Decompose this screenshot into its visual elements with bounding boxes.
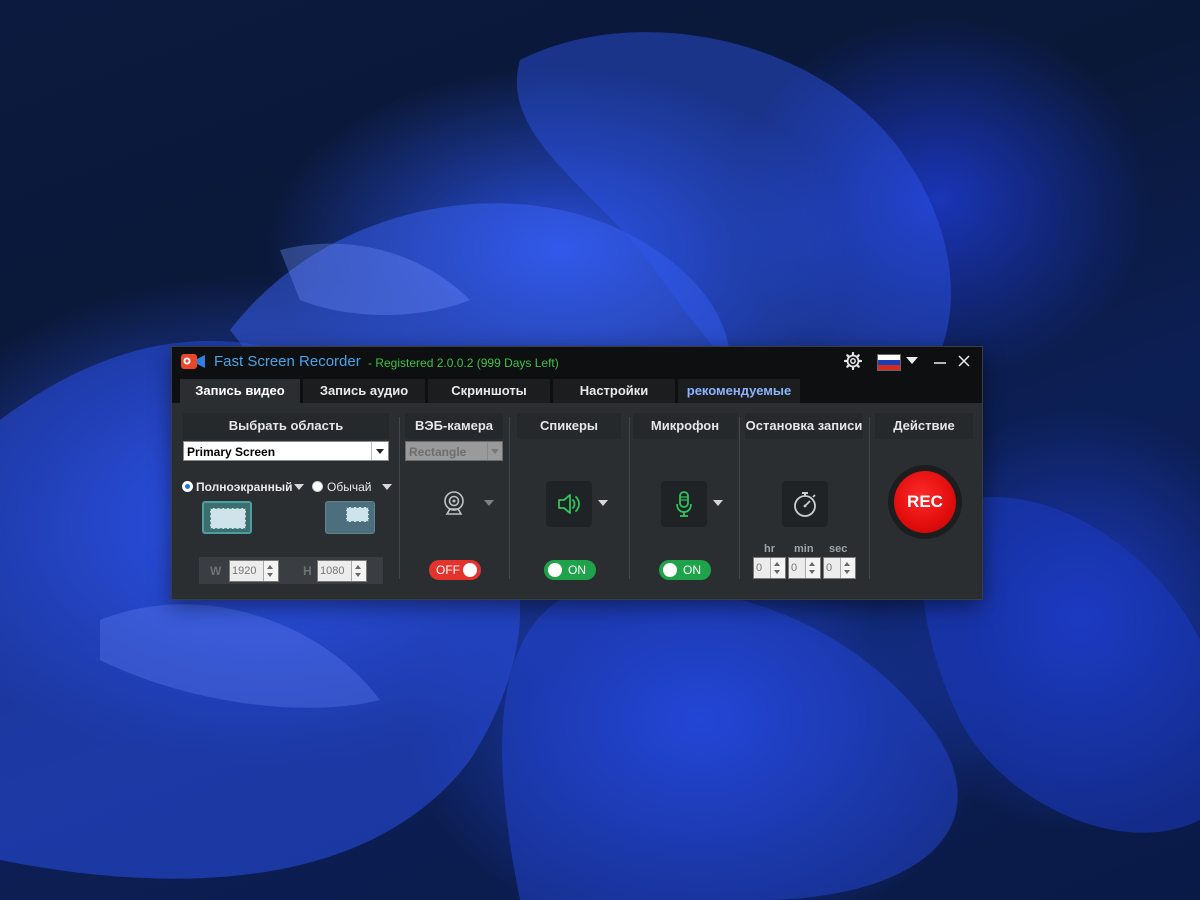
divider bbox=[629, 417, 630, 579]
normal-dropdown-icon[interactable] bbox=[382, 484, 392, 490]
tab-bar: Запись видео Запись аудио Скриншоты Наст… bbox=[172, 377, 982, 403]
screen-select-value: Primary Screen bbox=[187, 445, 276, 459]
app-logo-icon bbox=[180, 352, 206, 372]
gear-icon[interactable] bbox=[843, 351, 863, 371]
fullscreen-dropdown-icon[interactable] bbox=[294, 484, 304, 490]
microphone-toggle[interactable]: ON bbox=[659, 560, 711, 580]
spin-down-icon bbox=[844, 570, 850, 574]
seconds-label: sec bbox=[829, 543, 848, 555]
tab-video-recording[interactable]: Запись видео bbox=[180, 379, 300, 403]
spin-down-icon bbox=[355, 573, 361, 577]
app-window: Fast Screen Recorder - Registered 2.0.0.… bbox=[171, 346, 983, 600]
microphone-header: Микрофон bbox=[633, 413, 737, 439]
screen-select[interactable]: Primary Screen bbox=[183, 441, 389, 461]
divider bbox=[399, 417, 400, 579]
spin-up-icon bbox=[355, 565, 361, 569]
fullscreen-radio[interactable] bbox=[182, 481, 193, 492]
dimension-panel: W 1920 H 1080 bbox=[199, 557, 383, 584]
russia-flag-icon[interactable] bbox=[877, 354, 901, 371]
webcam-shape-value: Rectangle bbox=[409, 445, 467, 459]
select-area-header: Выбрать область bbox=[183, 413, 389, 439]
webcam-shape-select: Rectangle bbox=[405, 441, 503, 461]
divider bbox=[869, 417, 870, 579]
timer-button[interactable] bbox=[782, 481, 828, 527]
speakers-dropdown-icon[interactable] bbox=[598, 500, 608, 506]
fullscreen-frame-icon bbox=[210, 508, 246, 529]
stopwatch-icon bbox=[794, 492, 816, 517]
action-header: Действие bbox=[875, 413, 973, 439]
speakers-button[interactable] bbox=[546, 481, 592, 527]
app-title: Fast Screen Recorder bbox=[214, 353, 361, 370]
registration-status: - Registered 2.0.0.2 (999 Days Left) bbox=[368, 356, 559, 370]
fullscreen-label: Полноэкранный bbox=[196, 480, 293, 494]
video-recording-panel: Выбрать область Primary Screen Полноэкра… bbox=[172, 403, 982, 599]
webcam-toggle[interactable]: OFF bbox=[429, 560, 481, 580]
webcam-header: ВЭБ-камера bbox=[405, 413, 503, 439]
rec-button[interactable]: REC bbox=[894, 471, 956, 533]
normal-label: Обычай bbox=[327, 480, 372, 494]
webcam-icon bbox=[444, 491, 464, 515]
height-label: H bbox=[303, 564, 312, 578]
microphone-button[interactable] bbox=[661, 481, 707, 527]
chevron-down-icon[interactable] bbox=[371, 442, 388, 460]
divider bbox=[739, 417, 740, 579]
tab-settings[interactable]: Настройки bbox=[553, 379, 675, 403]
microphone-dropdown-icon[interactable] bbox=[713, 500, 723, 506]
normal-mode-preview[interactable] bbox=[325, 501, 375, 534]
region-frame-icon bbox=[346, 507, 369, 522]
language-dropdown-icon[interactable] bbox=[906, 357, 918, 364]
title-bar: Fast Screen Recorder - Registered 2.0.0.… bbox=[172, 347, 982, 377]
seconds-input[interactable]: 0 bbox=[823, 557, 856, 579]
spin-up-icon bbox=[844, 562, 850, 566]
normal-radio[interactable] bbox=[312, 481, 323, 492]
minutes-label: min bbox=[794, 543, 814, 555]
spin-down-icon bbox=[774, 570, 780, 574]
minutes-input[interactable]: 0 bbox=[788, 557, 821, 579]
spin-down-icon bbox=[267, 573, 273, 577]
height-input[interactable]: 1080 bbox=[317, 560, 367, 582]
spin-down-icon bbox=[809, 570, 815, 574]
hours-label: hr bbox=[764, 543, 775, 555]
width-label: W bbox=[210, 564, 222, 578]
divider bbox=[509, 417, 510, 579]
microphone-icon bbox=[676, 491, 692, 517]
chevron-down-icon bbox=[487, 442, 502, 460]
close-icon[interactable] bbox=[956, 353, 972, 369]
minimize-icon[interactable] bbox=[932, 353, 948, 369]
hours-input[interactable]: 0 bbox=[753, 557, 786, 579]
spin-up-icon bbox=[809, 562, 815, 566]
speakers-header: Спикеры bbox=[517, 413, 621, 439]
tab-audio-recording[interactable]: Запись аудио bbox=[303, 379, 425, 403]
webcam-dropdown-icon[interactable] bbox=[484, 500, 494, 506]
webcam-button[interactable] bbox=[431, 481, 477, 527]
speakers-toggle[interactable]: ON bbox=[544, 560, 596, 580]
tab-screenshots[interactable]: Скриншоты bbox=[428, 379, 550, 403]
stop-recording-header: Остановка записи bbox=[745, 413, 863, 439]
width-input[interactable]: 1920 bbox=[229, 560, 279, 582]
speaker-icon bbox=[558, 494, 580, 514]
spin-up-icon bbox=[267, 565, 273, 569]
tab-recommended[interactable]: рекомендуемые bbox=[678, 379, 800, 403]
spin-up-icon bbox=[774, 562, 780, 566]
fullscreen-mode-preview[interactable] bbox=[202, 501, 252, 534]
